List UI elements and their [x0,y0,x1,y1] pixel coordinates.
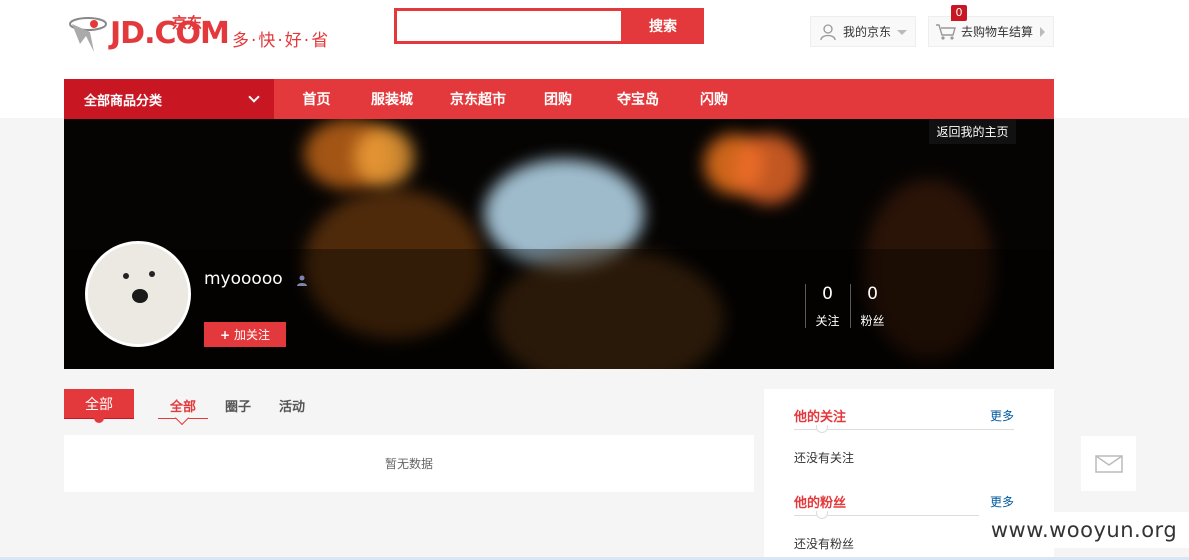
search-button[interactable]: 搜索 [622,8,704,44]
logo-wordmark: JD.COM [110,16,230,51]
search-bar: 搜索 [394,8,704,44]
fans-more-link[interactable]: 更多 [990,493,1014,510]
fans-count[interactable]: 0 粉丝 [850,284,894,328]
fans-count-label: 粉丝 [860,314,885,328]
profile-username: myooooo [204,269,283,289]
following-count-value: 0 [822,284,833,304]
cart-button[interactable]: 0 去购物车结算 [928,5,1054,47]
my-jd-label: 我的京东 [843,25,892,39]
user-icon [820,23,836,40]
following-more-link[interactable]: 更多 [990,407,1014,424]
fans-empty-text: 还没有粉丝 [794,537,855,551]
watermark: www.wooyun.org [979,512,1189,548]
nav-item-clothing[interactable]: 服装城 [352,89,432,109]
nav-item-supermarket[interactable]: 京东超市 [438,89,518,109]
chevron-down-icon [248,91,260,103]
tab-activities[interactable]: 活动 [279,396,305,415]
nav-item-auction[interactable]: 夺宝岛 [598,89,678,109]
fans-section-title: 他的粉丝 [794,496,847,511]
following-count-label: 关注 [815,314,840,328]
avatar[interactable] [85,241,191,347]
plus-icon: + [219,327,231,342]
caret-right-icon [1040,27,1045,37]
following-divider [794,425,1014,433]
tab-all-main-label: 全部 [85,396,113,413]
following-count[interactable]: 0 关注 [805,284,849,328]
profile-banner: 返回我的主页 myooooo + 加关注 0 关注 0 粉丝 [64,119,1054,369]
following-section-title: 他的关注 [794,410,847,425]
avatar-dog-face [88,244,188,344]
tab-all-main[interactable]: 全部 [64,389,134,423]
cart-icon [936,23,956,40]
message-button[interactable] [1081,436,1136,491]
tab-indicator-dot [94,413,104,423]
nav-item-home[interactable]: 首页 [287,89,346,109]
jd-logo[interactable]: JD.COM 京东 多·快·好·省 [64,10,334,60]
divider-notch [816,511,828,519]
fans-count-value: 0 [867,284,878,304]
logo-chinese: 京东 [172,14,203,32]
main-nav: 全部商品分类 首页 服装城 京东超市 团购 夺宝岛 闪购 [64,79,1054,119]
following-empty-text: 还没有关注 [794,451,855,465]
bokeh-light [734,134,804,204]
all-categories-label: 全部商品分类 [84,93,163,109]
follow-button[interactable]: + 加关注 [204,322,286,347]
follow-button-label: 加关注 [234,328,271,342]
my-jd-menu[interactable]: 我的京东 [810,16,916,47]
dog-mascot-icon [69,17,107,52]
nav-item-groupbuy[interactable]: 团购 [524,89,592,109]
feed-panel: 暂无数据 [64,435,754,492]
back-home-button[interactable]: 返回我的主页 [929,119,1016,144]
cart-count-badge: 0 [951,5,967,21]
caret-down-icon [897,30,907,35]
user-badge-icon [297,275,307,286]
all-categories-menu[interactable]: 全部商品分类 [64,79,274,119]
logo-slogan: 多·快·好·省 [232,31,331,51]
nav-item-flash-sale[interactable]: 闪购 [684,89,744,109]
bokeh-light [354,127,414,187]
empty-state-text: 暂无数据 [384,457,433,471]
divider-notch [816,425,828,433]
tab-circles[interactable]: 圈子 [225,396,251,415]
cart-label: 去购物车结算 [961,25,1034,39]
tab-active-underline [158,410,208,426]
search-input[interactable] [394,8,624,44]
mail-icon [1094,454,1123,473]
banner-overlay [64,249,1054,369]
